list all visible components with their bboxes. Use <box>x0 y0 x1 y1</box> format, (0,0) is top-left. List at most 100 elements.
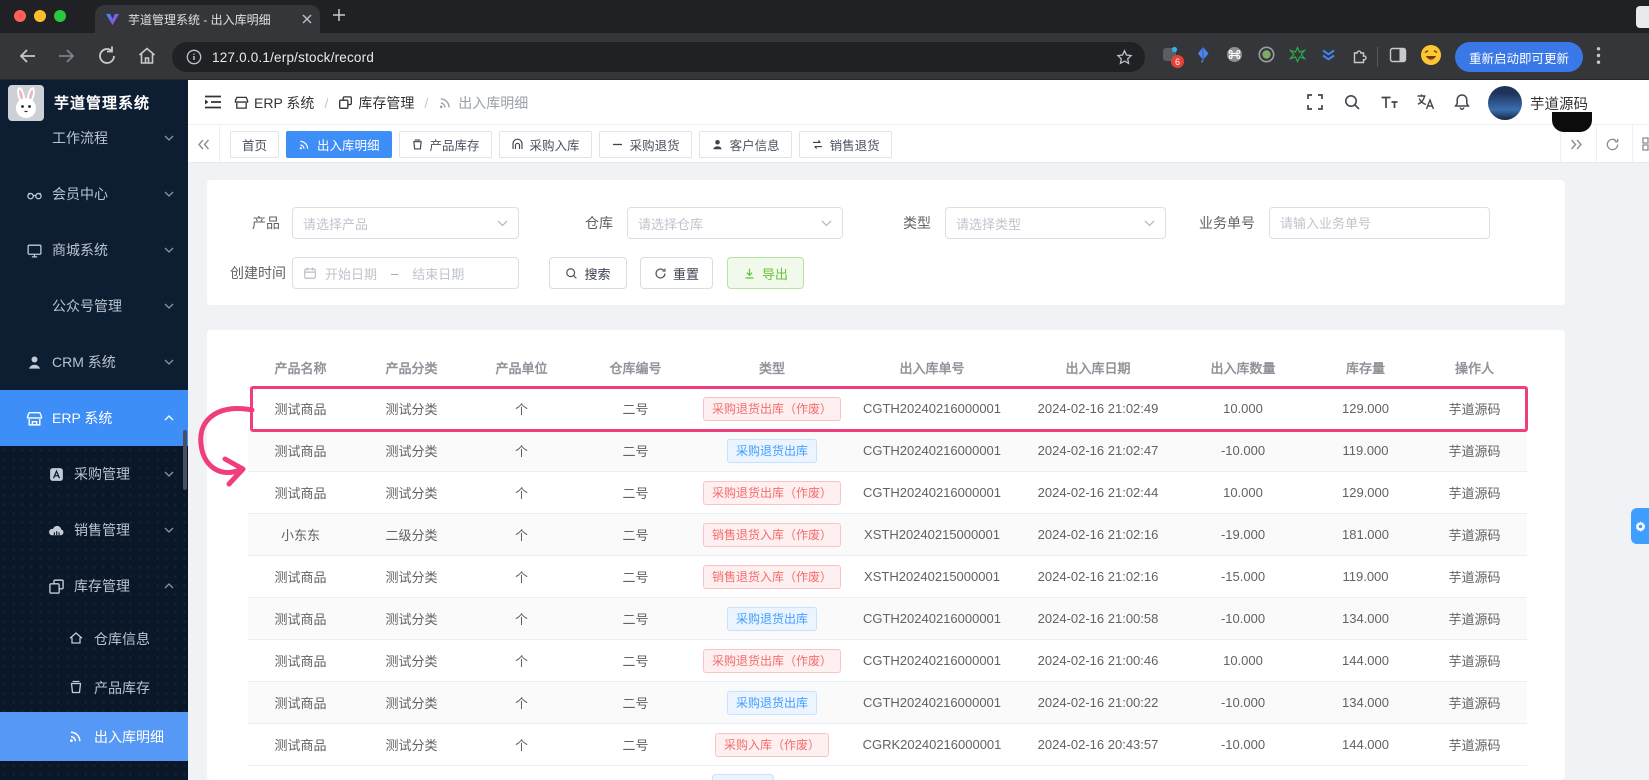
new-tab-button[interactable] <box>332 8 346 22</box>
bizno-input[interactable] <box>1269 207 1490 239</box>
cell-order-no: CGTH20240216000001 <box>862 695 1002 710</box>
extension-icon-green-star[interactable] <box>1289 46 1306 63</box>
cell-order-no: CGTH20240216000001 <box>862 485 1002 500</box>
search-icon[interactable] <box>1343 93 1361 111</box>
minimize-window-button[interactable] <box>34 10 46 22</box>
cell-product-name: 测试商品 <box>274 696 327 711</box>
extensions-puzzle-icon[interactable] <box>1351 46 1369 64</box>
close-tab-icon[interactable] <box>302 14 312 24</box>
browser-update-button[interactable]: 重新启动即可更新 <box>1455 42 1584 72</box>
sidebar-item-purchase-management[interactable]: 采购管理 <box>0 446 188 502</box>
breadcrumb-stock-management[interactable]: 库存管理 <box>338 93 414 113</box>
cell-unit: 个 <box>514 570 528 585</box>
extension-icon-command[interactable] <box>1226 46 1243 63</box>
app-logo[interactable]: 芋道管理系统 <box>0 80 188 125</box>
extension-icon-kite[interactable] <box>1195 46 1211 63</box>
date-range-picker[interactable]: 开始日期 – 结束日期 <box>292 257 519 289</box>
signal-icon <box>68 728 85 745</box>
table-row[interactable]: 测试商品 测试分类 个 二号 采购退货出库 CGTH20240216000001… <box>248 598 1527 640</box>
sidebar-item-sales-management[interactable]: 销售管理 <box>0 502 188 558</box>
sidebar-item-official-account[interactable]: 公众号管理 <box>0 278 188 334</box>
tab-stock-record[interactable]: 出入库明细 <box>286 130 392 158</box>
cell-unit: 个 <box>514 528 528 543</box>
sidebar-scrollbar-thumb[interactable] <box>183 430 187 490</box>
table-row[interactable]: 测试商品 测试分类 个 二号 采购退货出库（作废） CGTH2024021600… <box>248 388 1527 430</box>
zoom-window-button[interactable] <box>54 10 66 22</box>
fullscreen-icon[interactable] <box>1306 93 1324 111</box>
sidebar-item-stock-record[interactable]: 出入库明细 <box>0 712 188 761</box>
type-select[interactable]: 请选择类型 <box>945 207 1166 239</box>
sidebar-item-crm-system[interactable]: CRM 系统 <box>0 334 188 390</box>
home-outline-icon <box>68 630 85 647</box>
translate-icon[interactable] <box>1416 93 1435 111</box>
cell-product-name: 测试商品 <box>274 654 327 669</box>
cell-qty: -10.000 <box>1220 611 1266 626</box>
sidebar-item-product-stock[interactable]: 产品库存 <box>0 663 188 712</box>
sidebar-item-mall-system[interactable]: 商城系统 <box>0 222 188 278</box>
reload-icon[interactable] <box>96 45 118 67</box>
breadcrumb-erp[interactable]: ERP 系统 <box>234 93 314 113</box>
cell-product-name: 测试商品 <box>274 486 327 501</box>
signal-icon <box>298 138 311 151</box>
date-start-placeholder[interactable]: 开始日期 <box>325 264 377 283</box>
reset-button[interactable]: 重置 <box>640 257 713 289</box>
macos-window-controls[interactable] <box>14 10 66 22</box>
browser-menu-icon[interactable] <box>1596 46 1601 65</box>
chevron-down-icon <box>164 359 174 365</box>
url-text[interactable]: 127.0.0.1/erp/stock/record <box>212 50 1116 65</box>
app-title: 芋道管理系统 <box>54 95 151 112</box>
forward-icon[interactable] <box>56 45 78 67</box>
tab-home[interactable]: 首页 <box>230 130 280 158</box>
table-row[interactable]: 测试商品 测试分类 个 二号 采购退货出库（作废） CGTH2024021600… <box>248 472 1527 514</box>
extension-icon-badged[interactable]: 6 <box>1162 46 1184 68</box>
site-info-icon[interactable] <box>186 49 202 65</box>
export-button[interactable]: 导出 <box>727 257 804 289</box>
tab-product-stock[interactable]: 产品库存 <box>398 130 492 158</box>
tab-customer-info[interactable]: 客户信息 <box>698 130 792 158</box>
tab-sales-return[interactable]: 销售退货 <box>798 130 892 158</box>
table-row[interactable]: 测试商品 测试分类 个 二号 采购退货出库 CGTH20240216000001… <box>248 682 1527 724</box>
extension-icon-green-dot[interactable] <box>1258 46 1275 63</box>
cell-category: 测试分类 <box>385 654 438 669</box>
side-panel-icon[interactable] <box>1389 46 1407 64</box>
table-row[interactable]: 测试商品 测试分类 个 二号 采购退货出库（作废） CGTH2024021600… <box>248 640 1527 682</box>
date-end-placeholder[interactable]: 结束日期 <box>412 264 464 283</box>
font-size-icon[interactable] <box>1380 93 1399 111</box>
tabs-scroll-left-icon[interactable] <box>188 125 220 163</box>
chevron-down-icon <box>497 220 508 227</box>
address-bar[interactable]: 127.0.0.1/erp/stock/record <box>172 42 1145 72</box>
sidebar-item-stock-management[interactable]: 库存管理 <box>0 558 188 614</box>
table-header: 产品名称 产品分类 产品单位 仓库编号 类型 出入库单号 出入库日期 出入库数量 库存量 操作人 <box>248 348 1527 388</box>
sidebar-item-erp-system[interactable]: ERP 系统 <box>0 390 188 446</box>
warehouse-select[interactable]: 请选择仓库 <box>627 207 843 239</box>
floating-settings-button[interactable] <box>1631 508 1649 544</box>
browser-tab[interactable]: 芋道管理系统 - 出入库明细 <box>95 5 320 33</box>
bookmark-star-icon[interactable] <box>1116 48 1133 66</box>
user-name[interactable]: 芋道源码 <box>1530 93 1588 114</box>
tabs-refresh-icon[interactable] <box>1596 125 1628 163</box>
cell-stock: 134.000 <box>1342 611 1389 626</box>
table-row[interactable]: 测试商品 测试分类 个 二号 采购入库（作废） CGRK202402160000… <box>248 724 1527 766</box>
tab-purchase-in[interactable]: 采购入库 <box>498 130 592 158</box>
close-window-button[interactable] <box>14 10 26 22</box>
tab-purchase-return[interactable]: 采购退货 <box>598 130 692 158</box>
product-select[interactable]: 请选择产品 <box>292 207 519 239</box>
profile-avatar-emoji[interactable] <box>1420 44 1442 66</box>
cell-order-no: XSTH20240215000001 <box>864 527 1000 542</box>
search-button[interactable]: 搜索 <box>549 257 627 289</box>
user-avatar[interactable] <box>1488 86 1522 120</box>
tabs-layout-icon[interactable] <box>1632 125 1649 163</box>
minus-icon <box>611 138 624 151</box>
collapse-sidebar-icon[interactable] <box>204 94 222 110</box>
home-icon[interactable] <box>136 45 158 67</box>
table-row[interactable]: 小东东 二级分类 个 二号 销售退货入库（作废） XSTH20240215000… <box>248 514 1527 556</box>
back-icon[interactable] <box>16 45 38 67</box>
sidebar-item-warehouse-info[interactable]: 仓库信息 <box>0 614 188 663</box>
table-row[interactable]: 测试商品 测试分类 个 二号 采购退货出库 CGTH20240216000001… <box>248 430 1527 472</box>
sidebar-item-member-center[interactable]: 会员中心 <box>0 166 188 222</box>
column-header: 产品单位 <box>495 361 548 376</box>
bell-icon[interactable] <box>1453 93 1471 111</box>
cell-warehouse: 二号 <box>622 570 649 585</box>
table-row[interactable]: 测试商品 测试分类 个 二号 销售退货入库（作废） XSTH2024021500… <box>248 556 1527 598</box>
extension-icon-chevrons[interactable] <box>1320 46 1337 63</box>
